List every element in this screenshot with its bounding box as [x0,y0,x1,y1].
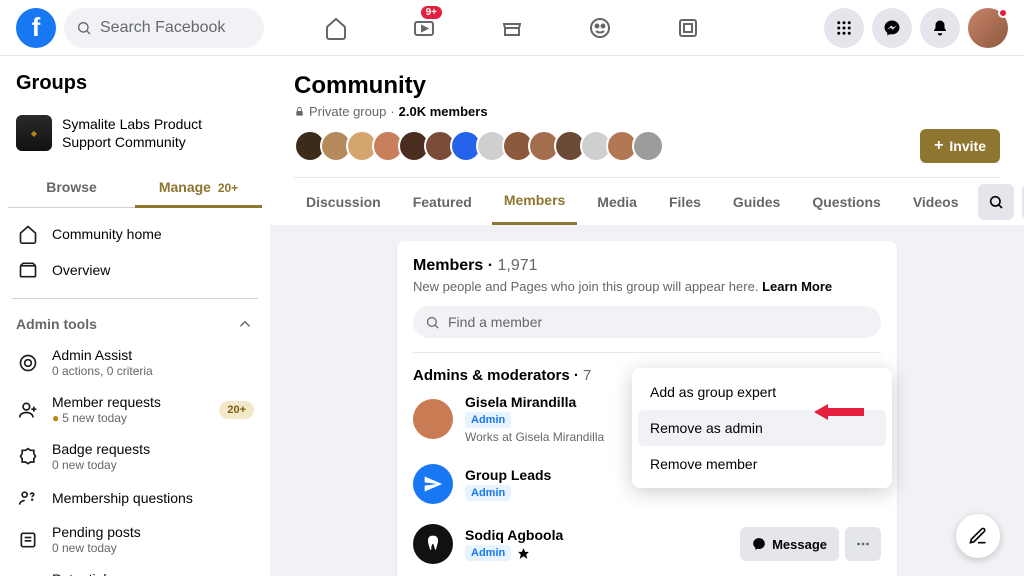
group-cover: Community Private group · 2.0K members +… [270,56,1024,225]
sidebar-overview[interactable]: Overview [8,252,262,288]
gaming-icon [676,16,700,40]
admin-tools-header[interactable]: Admin tools [8,309,262,339]
divider [12,298,258,299]
sidebar-potential-spam[interactable]: Potential spam0 new today [8,563,262,576]
nav-center: 9+ [296,4,728,52]
member-more-button[interactable] [845,527,881,561]
global-header: f Search Facebook 9+ [0,0,1024,56]
member-avatar[interactable] [413,464,453,504]
learn-more-link[interactable]: Learn More [762,279,832,294]
member-name[interactable]: Sodiq Agboola [465,527,563,543]
admin-badge: Admin [465,545,511,561]
sidebar-member-requests[interactable]: Member requests●5 new today 20+ [8,386,262,433]
avatar-notification-dot [998,8,1008,18]
search-icon [76,20,92,36]
search-icon [425,315,440,330]
messenger-icon [883,19,901,37]
badge-icon [18,447,38,467]
annotation-arrow [814,400,864,424]
tab-manage[interactable]: Manage 20+ [135,167,262,207]
divider [413,352,881,353]
question-icon [18,488,38,508]
sidebar-tabs: Browse Manage 20+ [8,167,262,208]
current-group-card[interactable]: ◆ Symalite Labs Product Support Communit… [8,107,262,159]
group-thumbnail: ◆ [16,115,52,151]
content-tabs: DiscussionFeaturedMembersMediaFilesGuide… [294,177,1000,225]
group-name: Symalite Labs Product Support Community [62,115,254,151]
admin-badge: Admin [465,485,511,501]
invite-button[interactable]: +Invite [920,129,1000,163]
messenger-button[interactable] [872,8,912,48]
member-name[interactable]: Group Leads [465,467,551,483]
privacy-line: Private group · 2.0K members [294,104,1000,119]
sidebar-title: Groups [8,68,262,107]
member-name[interactable]: Gisela Mirandilla [465,394,604,410]
sidebar-membership-questions[interactable]: Membership questions [8,480,262,516]
tab-members[interactable]: Members [492,178,577,225]
member-role: Works at Gisela Mirandilla [465,430,604,444]
facebook-logo[interactable]: f [16,8,56,48]
menu-button[interactable] [824,8,864,48]
search-placeholder: Search Facebook [100,19,225,37]
home-icon [18,224,38,244]
member-avatar[interactable] [413,399,453,439]
nav-watch[interactable]: 9+ [384,4,464,52]
account-avatar[interactable] [968,8,1008,48]
nav-groups[interactable] [560,4,640,52]
message-button[interactable]: Message [740,527,839,561]
left-sidebar: Groups ◆ Symalite Labs Product Support C… [0,56,270,576]
chevron-up-icon [236,315,254,333]
watch-badge: 9+ [421,6,442,19]
tab-discussion[interactable]: Discussion [294,180,393,224]
search-input[interactable]: Search Facebook [64,8,264,48]
lock-icon [294,106,305,117]
star-icon [517,547,530,560]
tab-media[interactable]: Media [585,180,649,224]
main-content: Community Private group · 2.0K members +… [270,56,1024,576]
nav-gaming[interactable] [648,4,728,52]
search-icon [988,194,1004,210]
nav-marketplace[interactable] [472,4,552,52]
dots-icon [854,535,872,553]
member-avatar[interactable] [632,130,664,162]
watch-icon [412,16,436,40]
page-title: Community [294,72,1000,100]
nav-home[interactable] [296,4,376,52]
search-tab-button[interactable] [978,184,1014,220]
member-actions-dropdown: Add as group expertRemove as adminRemove… [632,368,892,488]
target-icon [18,353,38,373]
tab-files[interactable]: Files [657,180,713,224]
posts-icon [18,530,38,550]
sidebar-admin-assist[interactable]: Admin Assist0 actions, 0 criteria [8,339,262,386]
grid-icon [835,19,853,37]
member-avatar-stack[interactable] [294,130,664,162]
home-icon [324,16,348,40]
tab-questions[interactable]: Questions [800,180,892,224]
tab-featured[interactable]: Featured [401,180,484,224]
edit-icon [968,526,988,546]
dropdown-item[interactable]: Remove member [638,446,886,482]
bell-icon [931,19,949,37]
tab-videos[interactable]: Videos [901,180,971,224]
marketplace-icon [500,16,524,40]
tab-browse[interactable]: Browse [8,167,135,207]
member-avatar[interactable] [413,524,453,564]
groups-icon [588,16,612,40]
tab-guides[interactable]: Guides [721,180,792,224]
header-right [824,8,1008,48]
user-plus-icon [18,400,38,420]
sidebar-pending-posts[interactable]: Pending posts0 new today [8,516,262,563]
notifications-button[interactable] [920,8,960,48]
sidebar-community-home[interactable]: Community home [8,216,262,252]
member-row: Sodiq Agboola Admin Message [413,514,881,574]
find-member-input[interactable]: Find a member [413,306,881,338]
overview-icon [18,260,38,280]
member-requests-badge: 20+ [219,401,254,419]
sidebar-badge-requests[interactable]: Badge requests0 new today [8,433,262,480]
admin-badge: Admin [465,412,511,428]
member-count[interactable]: 2.0K members [399,104,488,119]
compose-fab[interactable] [956,514,1000,558]
messenger-icon [752,537,766,551]
